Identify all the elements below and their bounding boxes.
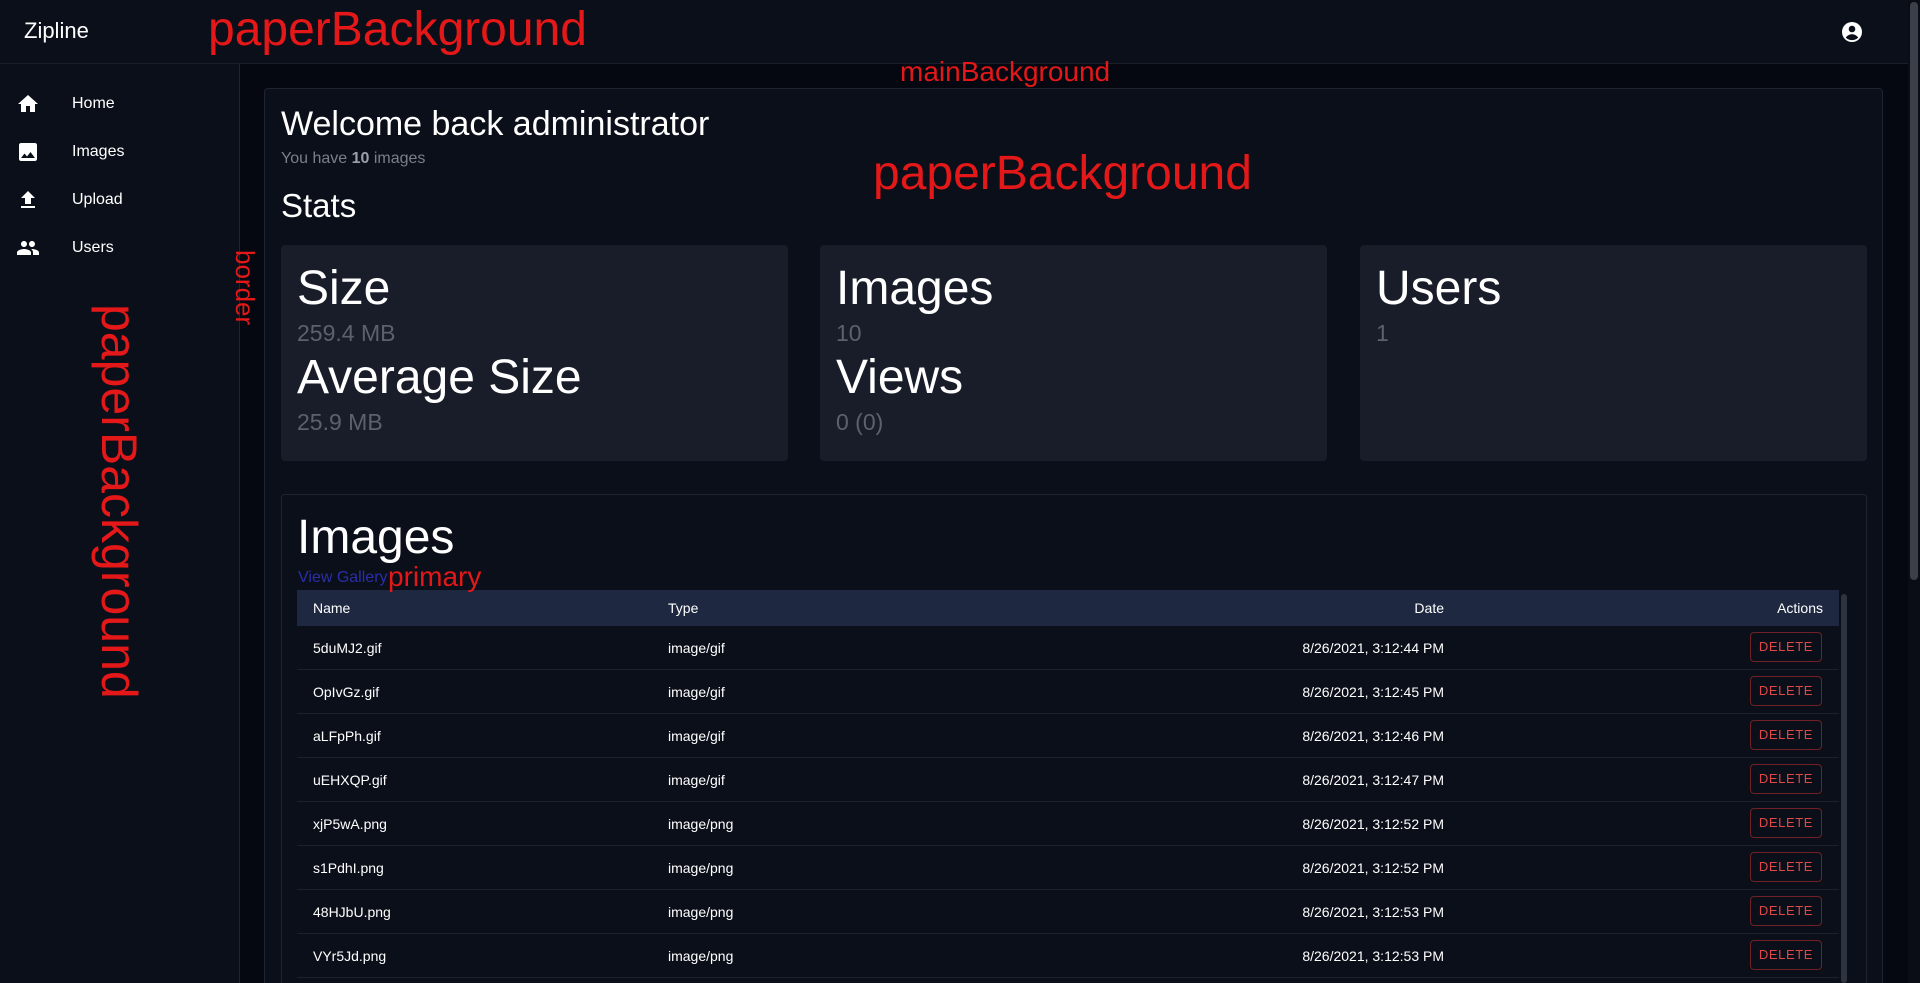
table-scrollbar[interactable] (1841, 594, 1847, 983)
cell-date: 8/26/2021, 3:12:44 PM (1302, 640, 1444, 656)
cell-type: image/png (668, 948, 734, 964)
column-header-name[interactable]: Name (313, 600, 350, 616)
table-row: 48HJbU.png image/png 8/26/2021, 3:12:53 … (297, 890, 1839, 934)
cell-type: image/gif (668, 640, 725, 656)
image-count-value: 10 (351, 150, 370, 167)
column-header-date[interactable]: Date (1414, 600, 1444, 616)
sidebar-item-images[interactable]: Images (0, 128, 240, 176)
delete-button[interactable]: DELETE (1750, 676, 1822, 706)
annotation-border: border (230, 250, 260, 326)
image-icon (19, 143, 37, 161)
stat-value: 10 (836, 320, 862, 346)
account-circle-icon[interactable] (1840, 20, 1864, 44)
column-header-actions: Actions (1777, 600, 1823, 616)
annotation-primary: primary (388, 561, 482, 592)
image-count-suffix: images (373, 150, 426, 167)
table-row: aLFpPh.gif image/gif 8/26/2021, 3:12:46 … (297, 714, 1839, 758)
stats-heading: Stats (281, 187, 357, 224)
table-row: VYr5Jd.png image/png 8/26/2021, 3:12:53 … (297, 934, 1839, 978)
sidebar-item-label: Users (72, 239, 114, 256)
sidebar-item-home[interactable]: Home (0, 80, 240, 128)
cell-name: uEHXQP.gif (313, 772, 387, 788)
image-count-prefix: You have (281, 150, 348, 167)
sidebar-item-label: Home (72, 95, 115, 112)
stat-card-users: Users 1 (1360, 245, 1867, 461)
cell-type: image/png (668, 860, 734, 876)
cell-date: 8/26/2021, 3:12:46 PM (1302, 728, 1444, 744)
table-row: OpIvGz.gif image/gif 8/26/2021, 3:12:45 … (297, 670, 1839, 714)
annotation-paper-background-main: paperBackground (873, 147, 1252, 200)
users-icon (17, 241, 39, 255)
table-row: uEHXQP.gif image/gif 8/26/2021, 3:12:47 … (297, 758, 1839, 802)
delete-button[interactable]: DELETE (1750, 940, 1822, 970)
home-icon (18, 95, 38, 112)
cell-name: 48HJbU.png (313, 904, 391, 920)
stat-value: 259.4 MB (297, 320, 396, 346)
upload-icon (21, 191, 35, 208)
delete-button[interactable]: DELETE (1750, 632, 1822, 662)
delete-button[interactable]: DELETE (1750, 896, 1822, 926)
view-gallery-link[interactable]: View Gallery (298, 569, 388, 587)
delete-button[interactable]: DELETE (1750, 764, 1822, 794)
table-row: 5duMJ2.gif image/gif 8/26/2021, 3:12:44 … (297, 626, 1839, 670)
sidebar-item-label: Upload (72, 191, 123, 208)
cell-date: 8/26/2021, 3:12:47 PM (1302, 772, 1444, 788)
column-header-type[interactable]: Type (668, 600, 698, 616)
cell-type: image/png (668, 904, 734, 920)
stat-label: Views (836, 351, 964, 404)
cell-name: s1PdhI.png (313, 860, 384, 876)
cell-name: aLFpPh.gif (313, 728, 381, 744)
cell-date: 8/26/2021, 3:12:52 PM (1302, 860, 1444, 876)
cell-date: 8/26/2021, 3:12:45 PM (1302, 684, 1444, 700)
stat-value: 0 (0) (836, 409, 884, 435)
cell-type: image/gif (668, 728, 725, 744)
images-heading: Images (297, 511, 455, 564)
stat-value: 25.9 MB (297, 409, 383, 435)
annotation-paper-background-top: paperBackground (208, 3, 587, 56)
stat-label: Users (1376, 262, 1502, 315)
cell-date: 8/26/2021, 3:12:52 PM (1302, 816, 1444, 832)
image-count-text: You have 10 images (281, 150, 425, 168)
delete-button[interactable]: DELETE (1750, 720, 1822, 750)
delete-button[interactable]: DELETE (1750, 852, 1822, 882)
cell-type: image/gif (668, 772, 725, 788)
cell-type: image/png (668, 816, 734, 832)
table-row: xjP5wA.png image/png 8/26/2021, 3:12:52 … (297, 802, 1839, 846)
cell-type: image/gif (668, 684, 725, 700)
cell-name: OpIvGz.gif (313, 684, 380, 700)
sidebar-item-label: Images (72, 143, 125, 160)
table-row: s1PdhI.png image/png 8/26/2021, 3:12:52 … (297, 846, 1839, 890)
stat-value: 1 (1376, 320, 1389, 346)
cell-name: 5duMJ2.gif (313, 640, 382, 656)
cell-date: 8/26/2021, 3:12:53 PM (1302, 948, 1444, 964)
cell-name: xjP5wA.png (313, 816, 387, 832)
annotation-paper-background-sidebar: paperBackground (91, 304, 147, 699)
annotation-main-background: mainBackground (900, 56, 1111, 87)
sidebar-item-upload[interactable]: Upload (0, 176, 240, 224)
stat-label: Average Size (297, 351, 582, 404)
stat-label: Size (297, 262, 391, 315)
cell-name: VYr5Jd.png (313, 948, 387, 964)
stat-label: Images (836, 262, 994, 315)
stat-card-size: Size 259.4 MB Average Size 25.9 MB (281, 245, 788, 461)
stat-card-images: Images 10 Views 0 (0) (820, 245, 1327, 461)
table-header: Name Type Date Actions (297, 590, 1839, 626)
page-title: Welcome back administrator (281, 105, 710, 143)
cell-date: 8/26/2021, 3:12:53 PM (1302, 904, 1444, 920)
delete-button[interactable]: DELETE (1750, 808, 1822, 838)
sidebar-item-users[interactable]: Users (0, 224, 240, 272)
page-scrollbar-thumb[interactable] (1910, 2, 1918, 580)
app-title[interactable]: Zipline (24, 18, 89, 44)
